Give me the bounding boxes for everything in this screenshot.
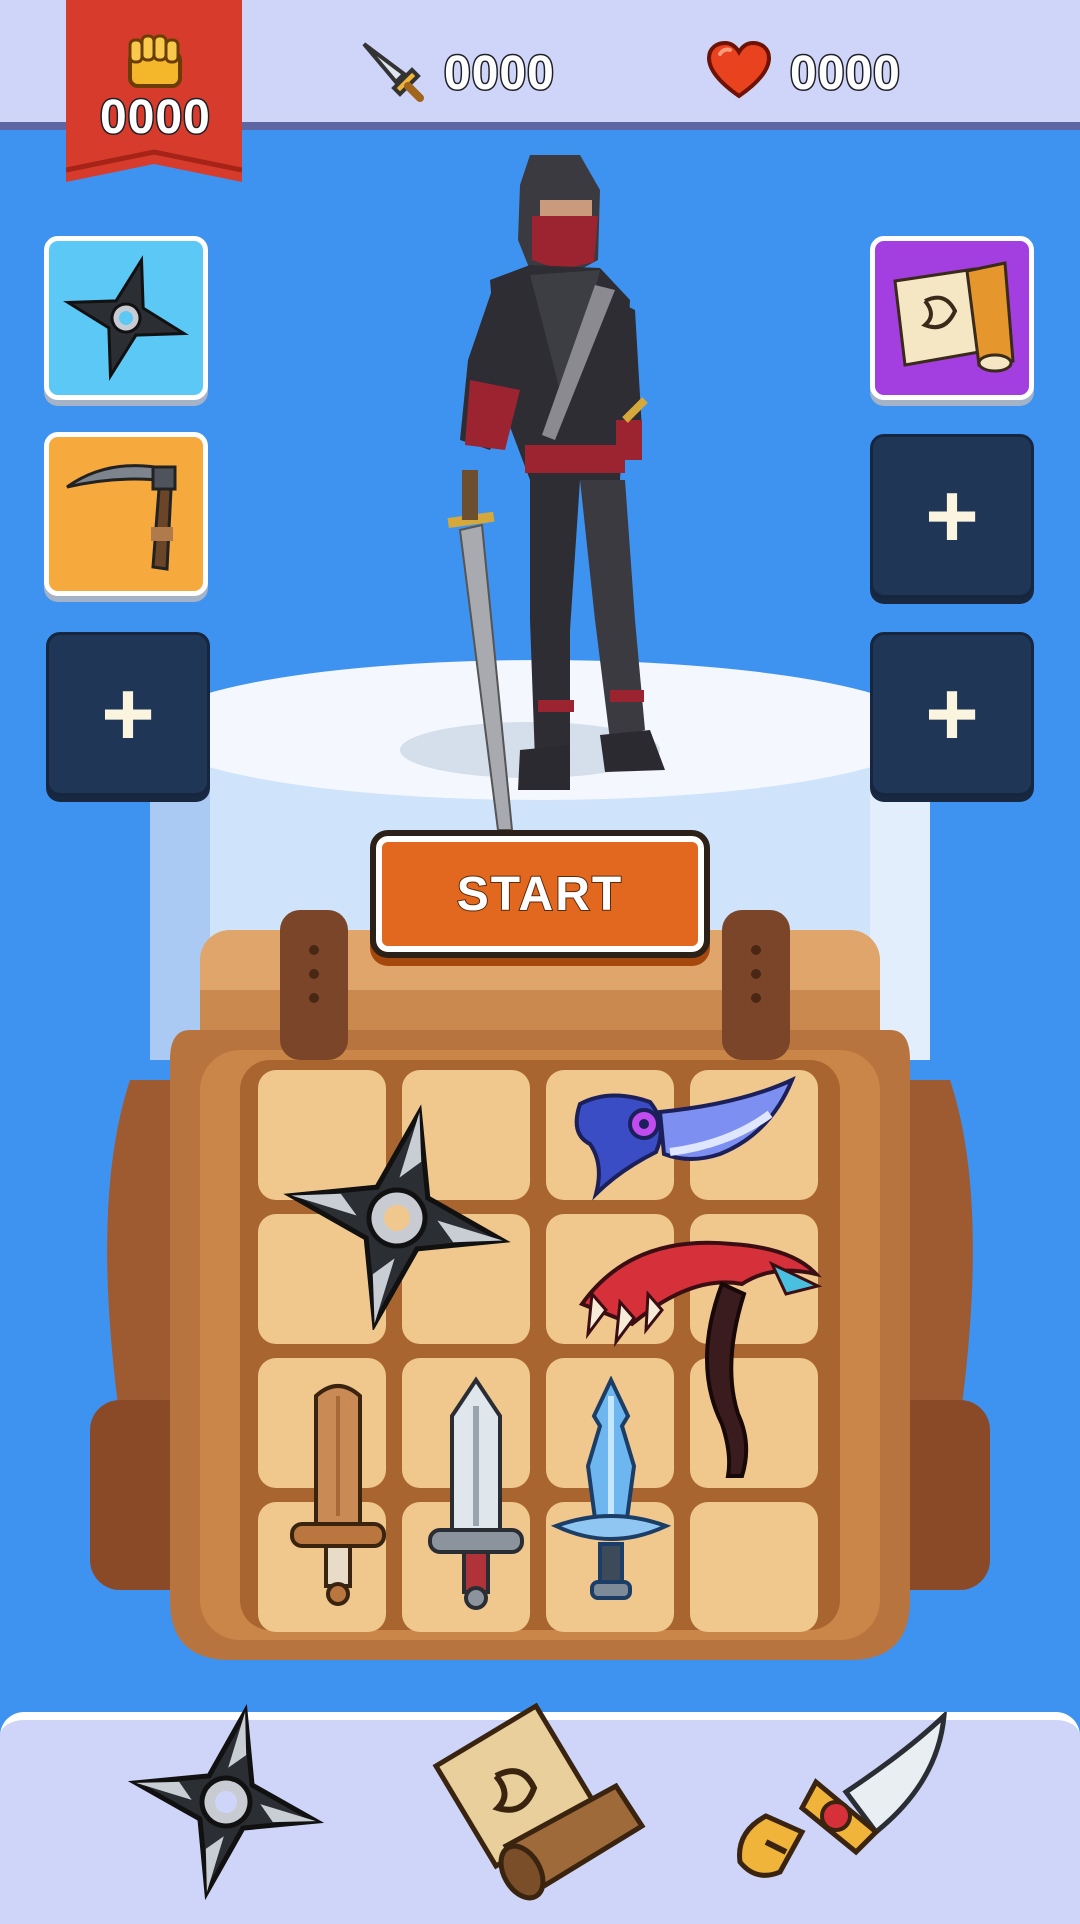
bottom-nav-weapons[interactable] — [126, 1700, 326, 1901]
power-counter: 0000 — [99, 90, 212, 146]
attack-counter: 0000 — [443, 46, 556, 102]
empty-slot-right-2[interactable]: + — [870, 632, 1034, 796]
shuriken-icon — [283, 1104, 511, 1332]
plus-icon: + — [925, 465, 979, 567]
dragon-dagger-icon — [574, 1076, 796, 1201]
golden-dagger-icon — [737, 1709, 948, 1878]
power-ribbon: 0000 — [65, 0, 243, 182]
sword-icon — [356, 36, 428, 113]
bottom-nav-shop[interactable] — [726, 1709, 956, 1892]
scroll-icon — [893, 261, 1015, 373]
empty-slot-right-1[interactable]: + — [870, 434, 1034, 598]
inventory-dragon-dagger[interactable] — [560, 1074, 800, 1204]
heart-icon — [706, 40, 772, 105]
equip-slot-scroll[interactable] — [870, 236, 1034, 400]
wooden-sword-icon — [290, 1384, 386, 1606]
bottom-nav-skills[interactable] — [426, 1696, 656, 1906]
equip-slot-sickle[interactable] — [44, 432, 208, 596]
inventory-steel-sword[interactable] — [424, 1376, 528, 1612]
start-button[interactable]: START — [370, 830, 710, 958]
start-button-label: START — [456, 867, 624, 922]
equip-slot-shuriken[interactable] — [44, 236, 208, 400]
shuriken-icon — [127, 1703, 325, 1901]
ninja-character — [420, 150, 680, 835]
crystal-sword-icon — [550, 1375, 672, 1600]
plus-icon: + — [925, 663, 979, 765]
scroll-icon — [432, 1702, 646, 1901]
kama-sickle-icon — [66, 464, 177, 571]
inventory-wooden-sword[interactable] — [286, 1376, 390, 1608]
shuriken-icon — [63, 255, 189, 381]
inventory-crystal-sword[interactable] — [548, 1375, 674, 1610]
empty-slot-left[interactable]: + — [46, 632, 210, 796]
health-counter: 0000 — [789, 46, 902, 102]
steel-sword-icon — [428, 1376, 524, 1610]
grid-cell[interactable] — [690, 1502, 818, 1632]
plus-icon: + — [101, 663, 155, 765]
inventory-shuriken[interactable] — [282, 1100, 512, 1332]
